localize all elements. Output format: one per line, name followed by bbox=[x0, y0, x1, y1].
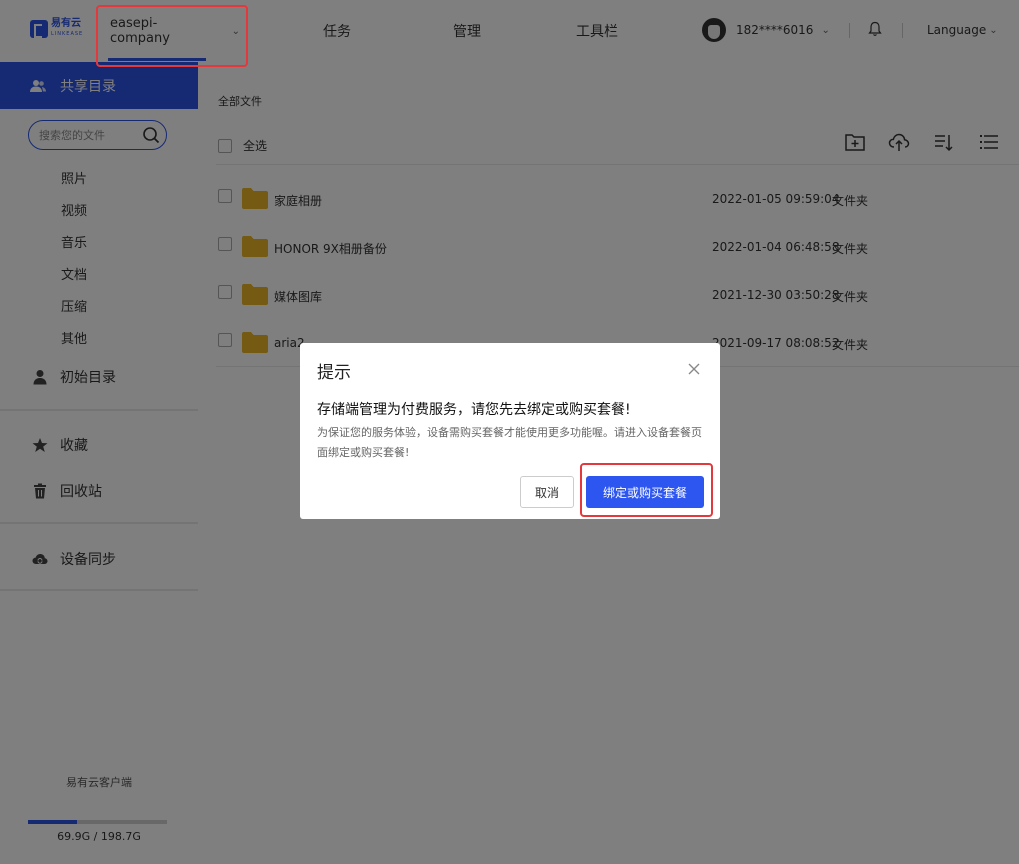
dialog-description: 为保证您的服务体验，设备需购买套餐才能使用更多功能喔。请进入设备套餐页面绑定或购… bbox=[317, 426, 702, 459]
dialog-message: 存储端管理为付费服务，请您先去绑定或购买套餐! bbox=[317, 402, 631, 418]
dialog-title: 提示 bbox=[317, 363, 351, 383]
cancel-button[interactable]: 取消 bbox=[520, 476, 574, 508]
close-icon[interactable] bbox=[688, 363, 700, 375]
highlight-box-device bbox=[96, 5, 248, 67]
highlight-box-confirm bbox=[580, 463, 713, 517]
